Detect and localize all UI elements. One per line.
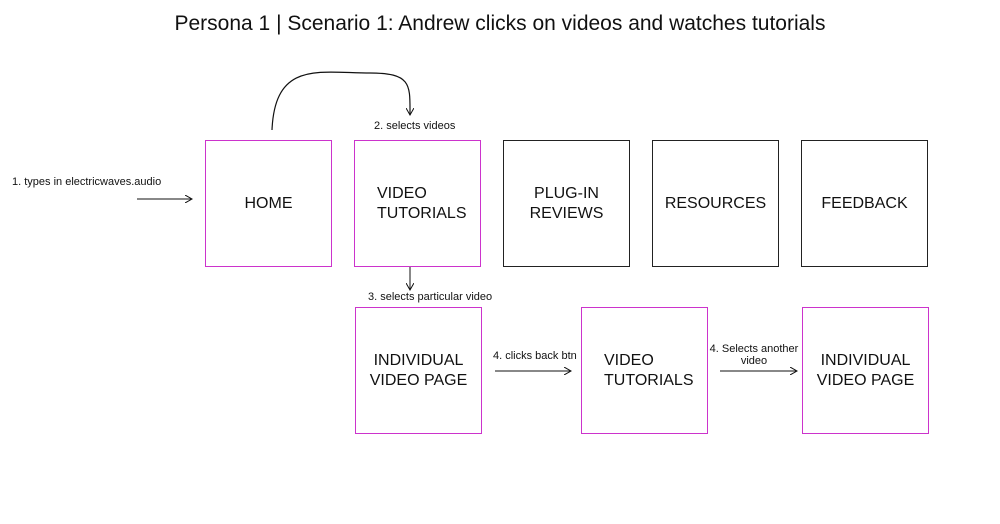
node-home-label: HOME [244,194,293,212]
node-home: HOME [205,140,332,267]
node-feedback: FEEDBACK [801,140,928,267]
step-3-label: 3. selects particular video [368,291,493,303]
node-video-tutorials-2-label: VIDEO TUTORIALS [604,351,694,389]
node-individual-video-2: INDIVIDUAL VIDEO PAGE [802,307,929,434]
node-individual-video-1: INDIVIDUAL VIDEO PAGE [355,307,482,434]
node-feedback-label: FEEDBACK [821,194,908,212]
node-video-tutorials: VIDEO TUTORIALS [354,140,481,267]
node-video-tutorials-label: VIDEO TUTORIALS [377,184,467,222]
step-4b-label: 4. Selects another video [709,343,799,367]
node-individual-video-1-label: INDIVIDUAL VIDEO PAGE [369,351,468,389]
node-plugin-reviews: PLUG-IN REVIEWS [503,140,630,267]
node-plugin-reviews-label: PLUG-IN REVIEWS [529,184,604,222]
step-4a-label: 4. clicks back btn [493,350,577,362]
step-2-label: 2. selects videos [374,120,456,132]
node-resources: RESOURCES [652,140,779,267]
node-individual-video-2-label: INDIVIDUAL VIDEO PAGE [816,351,915,389]
step-1-label: 1. types in electricwaves.audio [12,176,162,188]
node-resources-label: RESOURCES [664,194,767,212]
node-video-tutorials-2: VIDEO TUTORIALS [581,307,708,434]
